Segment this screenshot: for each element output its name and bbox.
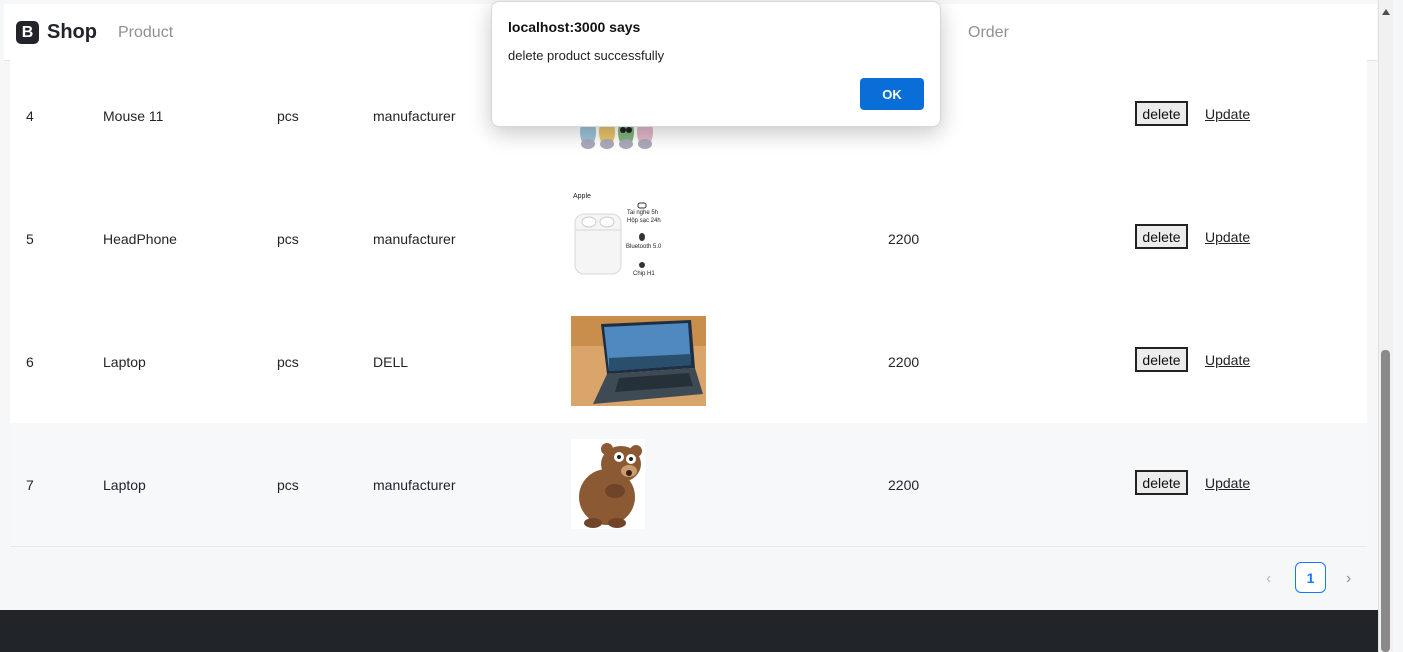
brand[interactable]: B Shop — [16, 21, 97, 44]
cell-name: Laptop — [103, 476, 146, 493]
cell-price: 2200 — [888, 353, 920, 370]
ok-button[interactable]: OK — [860, 78, 924, 110]
cell-unit: pcs — [277, 476, 299, 493]
dialog-message: delete product successfully — [508, 48, 665, 63]
scrollbar-thumb[interactable] — [1381, 350, 1390, 652]
cell-manufacturer: DELL — [373, 353, 409, 370]
update-link[interactable]: Update — [1205, 352, 1250, 368]
cell-unit: pcs — [277, 107, 299, 124]
table-row: 7 Laptop pcs manufacturer 2200 delete Up… — [10, 423, 1367, 547]
vertical-scrollbar[interactable] — [1378, 0, 1393, 652]
cell-unit: pcs — [277, 353, 299, 370]
airpods-brand-text: Apple — [573, 193, 591, 200]
cell-name: Mouse 11 — [103, 107, 164, 124]
pagination-prev-icon[interactable]: ‹ — [1266, 570, 1271, 588]
cell-price: 2200 — [888, 230, 920, 247]
update-link[interactable]: Update — [1205, 475, 1250, 491]
cell-manufacturer: manufacturer — [373, 476, 456, 493]
cell-name: HeadPhone — [103, 230, 177, 247]
scroll-up-arrow-icon[interactable] — [1382, 9, 1390, 15]
bear-image — [571, 439, 645, 534]
airpods-spec-text: Bluetooth 5.0 — [626, 244, 662, 250]
airpods-spec-text: Chip H1 — [633, 271, 655, 277]
bootstrap-logo-icon: B — [16, 21, 39, 44]
brand-name: Shop — [47, 21, 97, 43]
alert-dialog: localhost:3000 says delete product succe… — [491, 1, 941, 127]
cell-id: 7 — [26, 476, 34, 493]
cell-id: 4 — [26, 107, 34, 124]
update-link[interactable]: Update — [1205, 229, 1250, 245]
cell-name: Laptop — [103, 353, 146, 370]
delete-button[interactable]: delete — [1135, 224, 1188, 249]
delete-button[interactable]: delete — [1135, 470, 1188, 495]
pagination-page[interactable]: 1 — [1295, 562, 1326, 593]
airpods-spec-text: Tai nghe 5h — [627, 210, 659, 216]
pagination-next-icon[interactable]: › — [1346, 570, 1351, 588]
airpods-spec-text: Hộp sạc 24h — [627, 218, 661, 224]
laptop-image — [571, 316, 706, 411]
nav-link-product[interactable]: Product — [118, 24, 173, 42]
table-row: 6 Laptop pcs DELL 2200 delete Update — [10, 300, 1367, 424]
cell-id: 6 — [26, 353, 34, 370]
table-row: 5 HeadPhone pcs manufacturer Apple Tai n… — [10, 177, 1367, 301]
footer — [0, 610, 1378, 652]
cell-price: 2200 — [888, 476, 920, 493]
dialog-title: localhost:3000 says — [508, 19, 641, 35]
airpods-image: Apple Tai nghe 5h Hộp sạc 24h Bluetooth … — [571, 192, 666, 287]
cell-manufacturer: manufacturer — [373, 230, 456, 247]
cell-id: 5 — [26, 230, 34, 247]
delete-button[interactable]: delete — [1135, 347, 1188, 372]
cell-unit: pcs — [277, 230, 299, 247]
delete-button[interactable]: delete — [1135, 101, 1188, 126]
nav-link-order[interactable]: Order — [968, 24, 1009, 42]
update-link[interactable]: Update — [1205, 106, 1250, 122]
cell-manufacturer: manufacturer — [373, 107, 456, 124]
